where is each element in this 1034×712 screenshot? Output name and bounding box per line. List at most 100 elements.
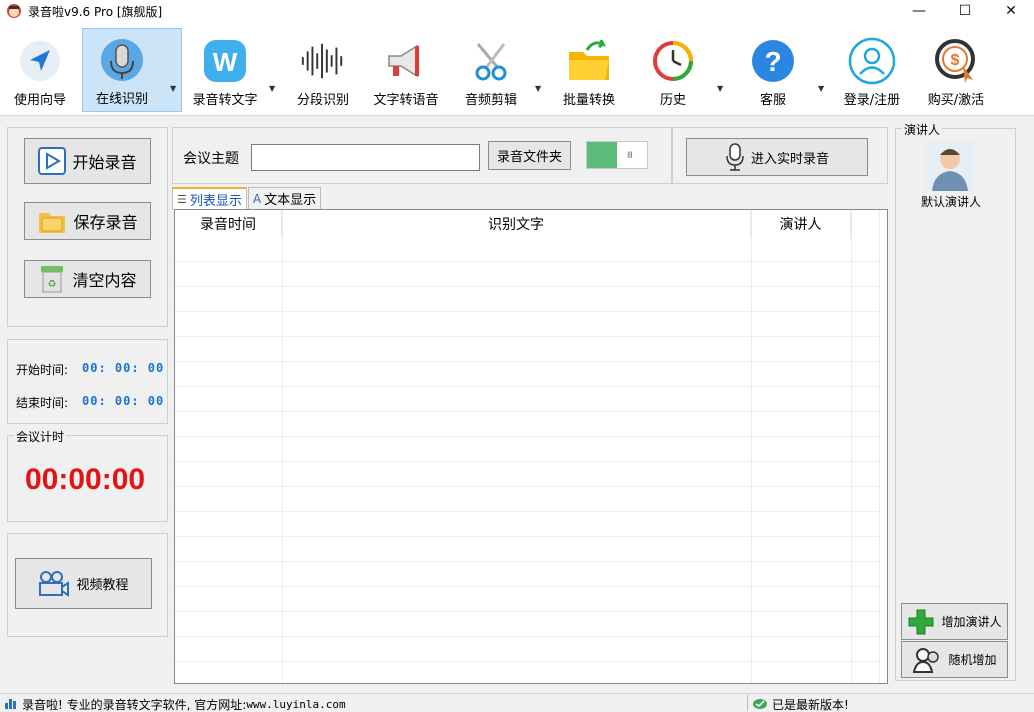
meeting-timer-value: 00:00:00 <box>25 463 146 496</box>
waveform-icon <box>299 37 347 85</box>
toolbar-audio-to-text[interactable]: W 录音转文字 <box>186 28 264 112</box>
toggle-grip-icon: III <box>627 151 633 161</box>
status-bar: 录音啦! 专业的录音转文字软件, 官方网址: www.luyinla.com 已… <box>0 693 1034 712</box>
column-divider <box>751 210 752 683</box>
users-icon <box>912 646 942 674</box>
toolbar-segment-recognition[interactable]: 分段识别 <box>290 28 356 112</box>
transcript-table[interactable]: 录音时间 识别文字 演讲人 <box>174 209 888 684</box>
row-line <box>175 311 879 312</box>
clear-content-button[interactable]: ♻ 清空内容 <box>24 260 151 298</box>
video-tutorial-panel: 视频教程 <box>7 533 168 637</box>
row-line <box>175 586 879 587</box>
row-line <box>175 511 879 512</box>
save-record-button[interactable]: 保存录音 <box>24 202 151 240</box>
toolbar-login-register[interactable]: 登录/注册 <box>838 28 906 112</box>
toolbar-batch-convert[interactable]: 批量转换 <box>556 28 622 112</box>
toolbar-history[interactable]: 历史 <box>640 28 706 112</box>
svg-text:$: $ <box>951 52 960 69</box>
random-add-speaker-button[interactable]: 随机增加 <box>901 641 1008 678</box>
row-line <box>175 536 879 537</box>
audio-edit-dropdown-icon[interactable]: ▼ <box>535 84 545 94</box>
main-toolbar: 使用向导 在线识别 ▼ W 录音转文字 ▼ 分段识别 文字转语音 音频剪辑 ▼ … <box>0 22 1034 116</box>
column-header-record-time[interactable]: 录音时间 <box>175 210 282 238</box>
status-message: 录音啦! 专业的录音转文字软件, 官方网址: <box>22 698 247 712</box>
column-divider <box>851 210 852 683</box>
speaker-panel-title: 演讲人 <box>902 121 943 138</box>
history-dropdown-icon[interactable]: ▼ <box>717 84 727 94</box>
meeting-topic-label: 会议主题 <box>183 151 239 167</box>
row-line <box>175 361 879 362</box>
meeting-topic-panel: 会议主题 录音文件夹 III <box>172 127 672 184</box>
meeting-topic-input[interactable] <box>251 144 480 171</box>
user-icon <box>848 37 896 85</box>
start-time-value: 00: 00: 00 <box>82 361 165 375</box>
toggle-on-indicator <box>587 142 617 168</box>
video-camera-icon <box>38 570 70 597</box>
online-recognition-dropdown-icon[interactable]: ▼ <box>170 84 180 94</box>
toolbar-text-to-speech[interactable]: 文字转语音 <box>368 28 444 112</box>
row-line <box>175 386 879 387</box>
end-time-value: 00: 00: 00 <box>82 394 165 408</box>
list-icon: ☰ <box>177 193 187 206</box>
row-line <box>175 561 879 562</box>
official-website-link[interactable]: www.luyinla.com <box>246 698 345 711</box>
toolbar-purchase-activate[interactable]: $ 购买/激活 <box>920 28 992 112</box>
row-line <box>175 486 879 487</box>
close-button[interactable]: ✕ <box>988 0 1034 22</box>
audio-to-text-dropdown-icon[interactable]: ▼ <box>269 84 279 94</box>
speaker-panel: 演讲人 默认演讲人 增加演讲人 随机增加 <box>895 121 1016 681</box>
folder-export-icon <box>565 37 613 85</box>
app-logo-icon <box>7 4 21 18</box>
column-header-speaker[interactable]: 演讲人 <box>751 210 851 238</box>
tab-list-view[interactable]: ☰ 列表显示 <box>172 187 247 210</box>
maximize-button[interactable]: ☐ <box>942 0 988 22</box>
text-format-icon: A <box>252 191 262 206</box>
realtime-panel: 进入实时录音 <box>672 127 888 184</box>
window-title: 录音啦v9.6 Pro [旗舰版] <box>28 4 163 19</box>
speaker-name: 默认演讲人 <box>920 195 981 209</box>
column-divider <box>879 210 880 683</box>
toolbar-audio-edit[interactable]: 音频剪辑 <box>458 28 524 112</box>
row-line <box>175 436 879 437</box>
row-line <box>175 261 879 262</box>
column-header-recognized-text[interactable]: 识别文字 <box>282 210 751 238</box>
toolbar-guide[interactable]: 使用向导 <box>6 28 74 112</box>
add-speaker-button[interactable]: 增加演讲人 <box>901 603 1008 640</box>
save-folder-icon <box>37 207 67 235</box>
history-clock-icon <box>649 37 697 85</box>
toolbar-online-recognition[interactable]: 在线识别 <box>82 28 182 112</box>
microphone-icon <box>98 36 146 84</box>
row-line <box>175 336 879 337</box>
svg-text:?: ? <box>764 46 781 77</box>
svg-text:W: W <box>213 47 238 77</box>
recycle-bin-icon: ♻ <box>38 264 66 294</box>
record-folder-button[interactable]: 录音文件夹 <box>488 141 571 170</box>
bar-chart-icon <box>4 697 18 712</box>
speaker-avatar <box>926 141 974 191</box>
version-status: 已是最新版本! <box>772 698 849 712</box>
svg-text:♻: ♻ <box>48 279 57 290</box>
tab-text-view[interactable]: A 文本显示 <box>247 187 322 209</box>
status-divider <box>747 695 748 711</box>
realtime-record-button[interactable]: 进入实时录音 <box>686 138 868 176</box>
customer-service-dropdown-icon[interactable]: ▼ <box>818 84 828 94</box>
video-tutorial-button[interactable]: 视频教程 <box>15 558 152 609</box>
scissors-icon <box>467 37 515 85</box>
start-record-button[interactable]: 开始录音 <box>24 138 151 184</box>
meeting-timer-panel: 会议计时 00:00:00 <box>7 428 168 522</box>
title-bar: 录音啦v9.6 Pro [旗舰版] — ☐ ✕ <box>0 0 1034 22</box>
help-question-icon: ? <box>749 37 797 85</box>
purchase-coin-icon: $ <box>932 37 980 85</box>
row-line <box>175 286 879 287</box>
minimize-button[interactable]: — <box>896 0 942 22</box>
meeting-timer-title: 会议计时 <box>14 428 67 445</box>
auto-toggle-switch[interactable]: III <box>586 141 648 169</box>
megaphone-icon <box>382 37 430 85</box>
speaker-item[interactable]: 默认演讲人 <box>916 141 996 210</box>
toolbar-customer-service[interactable]: ? 客服 <box>740 28 806 112</box>
w-letter-icon: W <box>201 37 249 85</box>
row-line <box>175 411 879 412</box>
column-divider <box>282 210 283 683</box>
start-time-label: 开始时间: <box>16 363 69 377</box>
plus-icon <box>907 608 935 636</box>
